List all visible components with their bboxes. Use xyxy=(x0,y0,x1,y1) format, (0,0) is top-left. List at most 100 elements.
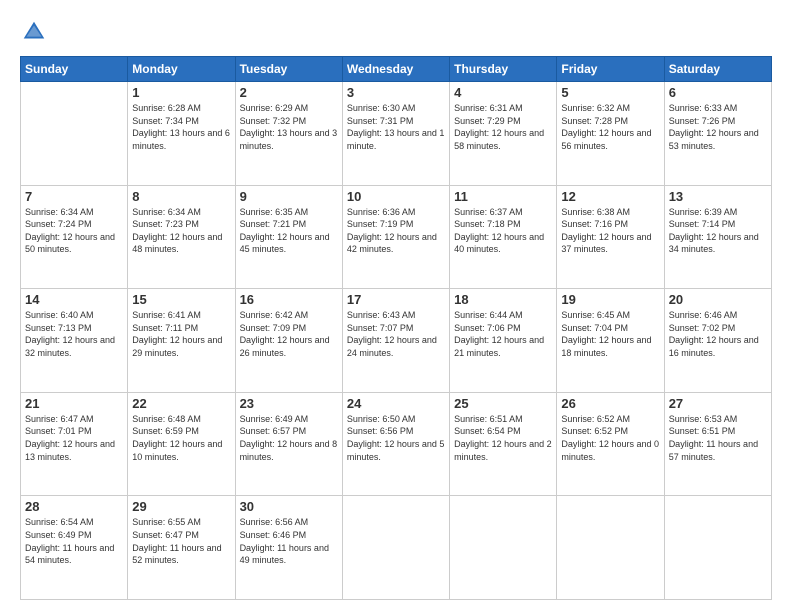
week-row-5: 28 Sunrise: 6:54 AMSunset: 6:49 PMDaylig… xyxy=(21,496,772,600)
calendar-cell: 20 Sunrise: 6:46 AMSunset: 7:02 PMDaylig… xyxy=(664,289,771,393)
calendar: SundayMondayTuesdayWednesdayThursdayFrid… xyxy=(20,56,772,600)
week-row-3: 14 Sunrise: 6:40 AMSunset: 7:13 PMDaylig… xyxy=(21,289,772,393)
weekday-header-friday: Friday xyxy=(557,57,664,82)
cell-text: Sunrise: 6:33 AMSunset: 7:26 PMDaylight:… xyxy=(669,103,759,151)
calendar-cell xyxy=(342,496,449,600)
cell-text: Sunrise: 6:47 AMSunset: 7:01 PMDaylight:… xyxy=(25,414,115,462)
calendar-cell: 17 Sunrise: 6:43 AMSunset: 7:07 PMDaylig… xyxy=(342,289,449,393)
day-number: 27 xyxy=(669,396,767,411)
page: SundayMondayTuesdayWednesdayThursdayFrid… xyxy=(0,0,792,612)
cell-text: Sunrise: 6:51 AMSunset: 6:54 PMDaylight:… xyxy=(454,414,552,462)
cell-text: Sunrise: 6:35 AMSunset: 7:21 PMDaylight:… xyxy=(240,207,330,255)
calendar-cell: 7 Sunrise: 6:34 AMSunset: 7:24 PMDayligh… xyxy=(21,185,128,289)
calendar-cell: 1 Sunrise: 6:28 AMSunset: 7:34 PMDayligh… xyxy=(128,82,235,186)
day-number: 7 xyxy=(25,189,123,204)
calendar-cell: 6 Sunrise: 6:33 AMSunset: 7:26 PMDayligh… xyxy=(664,82,771,186)
day-number: 11 xyxy=(454,189,552,204)
day-number: 17 xyxy=(347,292,445,307)
calendar-cell: 28 Sunrise: 6:54 AMSunset: 6:49 PMDaylig… xyxy=(21,496,128,600)
calendar-cell: 13 Sunrise: 6:39 AMSunset: 7:14 PMDaylig… xyxy=(664,185,771,289)
calendar-cell: 15 Sunrise: 6:41 AMSunset: 7:11 PMDaylig… xyxy=(128,289,235,393)
cell-text: Sunrise: 6:30 AMSunset: 7:31 PMDaylight:… xyxy=(347,103,445,151)
day-number: 14 xyxy=(25,292,123,307)
cell-text: Sunrise: 6:49 AMSunset: 6:57 PMDaylight:… xyxy=(240,414,338,462)
calendar-cell: 11 Sunrise: 6:37 AMSunset: 7:18 PMDaylig… xyxy=(450,185,557,289)
week-row-2: 7 Sunrise: 6:34 AMSunset: 7:24 PMDayligh… xyxy=(21,185,772,289)
cell-text: Sunrise: 6:38 AMSunset: 7:16 PMDaylight:… xyxy=(561,207,651,255)
calendar-cell xyxy=(21,82,128,186)
cell-text: Sunrise: 6:31 AMSunset: 7:29 PMDaylight:… xyxy=(454,103,544,151)
cell-text: Sunrise: 6:32 AMSunset: 7:28 PMDaylight:… xyxy=(561,103,651,151)
cell-text: Sunrise: 6:41 AMSunset: 7:11 PMDaylight:… xyxy=(132,310,222,358)
weekday-header-thursday: Thursday xyxy=(450,57,557,82)
weekday-header-sunday: Sunday xyxy=(21,57,128,82)
day-number: 21 xyxy=(25,396,123,411)
cell-text: Sunrise: 6:34 AMSunset: 7:23 PMDaylight:… xyxy=(132,207,222,255)
day-number: 19 xyxy=(561,292,659,307)
calendar-cell: 5 Sunrise: 6:32 AMSunset: 7:28 PMDayligh… xyxy=(557,82,664,186)
calendar-cell: 14 Sunrise: 6:40 AMSunset: 7:13 PMDaylig… xyxy=(21,289,128,393)
calendar-cell: 9 Sunrise: 6:35 AMSunset: 7:21 PMDayligh… xyxy=(235,185,342,289)
day-number: 24 xyxy=(347,396,445,411)
day-number: 4 xyxy=(454,85,552,100)
calendar-cell: 27 Sunrise: 6:53 AMSunset: 6:51 PMDaylig… xyxy=(664,392,771,496)
calendar-cell xyxy=(664,496,771,600)
cell-text: Sunrise: 6:34 AMSunset: 7:24 PMDaylight:… xyxy=(25,207,115,255)
cell-text: Sunrise: 6:44 AMSunset: 7:06 PMDaylight:… xyxy=(454,310,544,358)
logo-icon xyxy=(20,18,48,46)
calendar-cell: 22 Sunrise: 6:48 AMSunset: 6:59 PMDaylig… xyxy=(128,392,235,496)
day-number: 15 xyxy=(132,292,230,307)
day-number: 10 xyxy=(347,189,445,204)
cell-text: Sunrise: 6:46 AMSunset: 7:02 PMDaylight:… xyxy=(669,310,759,358)
day-number: 9 xyxy=(240,189,338,204)
calendar-cell: 10 Sunrise: 6:36 AMSunset: 7:19 PMDaylig… xyxy=(342,185,449,289)
calendar-cell xyxy=(557,496,664,600)
weekday-header-row: SundayMondayTuesdayWednesdayThursdayFrid… xyxy=(21,57,772,82)
weekday-header-saturday: Saturday xyxy=(664,57,771,82)
header xyxy=(20,18,772,46)
weekday-header-tuesday: Tuesday xyxy=(235,57,342,82)
calendar-cell: 24 Sunrise: 6:50 AMSunset: 6:56 PMDaylig… xyxy=(342,392,449,496)
cell-text: Sunrise: 6:28 AMSunset: 7:34 PMDaylight:… xyxy=(132,103,230,151)
calendar-cell: 16 Sunrise: 6:42 AMSunset: 7:09 PMDaylig… xyxy=(235,289,342,393)
calendar-cell: 25 Sunrise: 6:51 AMSunset: 6:54 PMDaylig… xyxy=(450,392,557,496)
calendar-cell: 12 Sunrise: 6:38 AMSunset: 7:16 PMDaylig… xyxy=(557,185,664,289)
week-row-1: 1 Sunrise: 6:28 AMSunset: 7:34 PMDayligh… xyxy=(21,82,772,186)
calendar-cell: 21 Sunrise: 6:47 AMSunset: 7:01 PMDaylig… xyxy=(21,392,128,496)
day-number: 18 xyxy=(454,292,552,307)
day-number: 30 xyxy=(240,499,338,514)
cell-text: Sunrise: 6:42 AMSunset: 7:09 PMDaylight:… xyxy=(240,310,330,358)
day-number: 23 xyxy=(240,396,338,411)
cell-text: Sunrise: 6:56 AMSunset: 6:46 PMDaylight:… xyxy=(240,517,329,565)
cell-text: Sunrise: 6:39 AMSunset: 7:14 PMDaylight:… xyxy=(669,207,759,255)
day-number: 2 xyxy=(240,85,338,100)
cell-text: Sunrise: 6:50 AMSunset: 6:56 PMDaylight:… xyxy=(347,414,445,462)
day-number: 1 xyxy=(132,85,230,100)
day-number: 5 xyxy=(561,85,659,100)
day-number: 25 xyxy=(454,396,552,411)
calendar-cell: 29 Sunrise: 6:55 AMSunset: 6:47 PMDaylig… xyxy=(128,496,235,600)
day-number: 29 xyxy=(132,499,230,514)
day-number: 28 xyxy=(25,499,123,514)
day-number: 20 xyxy=(669,292,767,307)
day-number: 16 xyxy=(240,292,338,307)
calendar-cell: 30 Sunrise: 6:56 AMSunset: 6:46 PMDaylig… xyxy=(235,496,342,600)
day-number: 22 xyxy=(132,396,230,411)
cell-text: Sunrise: 6:37 AMSunset: 7:18 PMDaylight:… xyxy=(454,207,544,255)
cell-text: Sunrise: 6:40 AMSunset: 7:13 PMDaylight:… xyxy=(25,310,115,358)
day-number: 12 xyxy=(561,189,659,204)
cell-text: Sunrise: 6:36 AMSunset: 7:19 PMDaylight:… xyxy=(347,207,437,255)
cell-text: Sunrise: 6:29 AMSunset: 7:32 PMDaylight:… xyxy=(240,103,338,151)
calendar-cell: 26 Sunrise: 6:52 AMSunset: 6:52 PMDaylig… xyxy=(557,392,664,496)
calendar-cell: 19 Sunrise: 6:45 AMSunset: 7:04 PMDaylig… xyxy=(557,289,664,393)
cell-text: Sunrise: 6:52 AMSunset: 6:52 PMDaylight:… xyxy=(561,414,659,462)
cell-text: Sunrise: 6:54 AMSunset: 6:49 PMDaylight:… xyxy=(25,517,114,565)
calendar-cell xyxy=(450,496,557,600)
calendar-cell: 4 Sunrise: 6:31 AMSunset: 7:29 PMDayligh… xyxy=(450,82,557,186)
day-number: 13 xyxy=(669,189,767,204)
cell-text: Sunrise: 6:45 AMSunset: 7:04 PMDaylight:… xyxy=(561,310,651,358)
day-number: 8 xyxy=(132,189,230,204)
cell-text: Sunrise: 6:43 AMSunset: 7:07 PMDaylight:… xyxy=(347,310,437,358)
calendar-cell: 8 Sunrise: 6:34 AMSunset: 7:23 PMDayligh… xyxy=(128,185,235,289)
cell-text: Sunrise: 6:48 AMSunset: 6:59 PMDaylight:… xyxy=(132,414,222,462)
